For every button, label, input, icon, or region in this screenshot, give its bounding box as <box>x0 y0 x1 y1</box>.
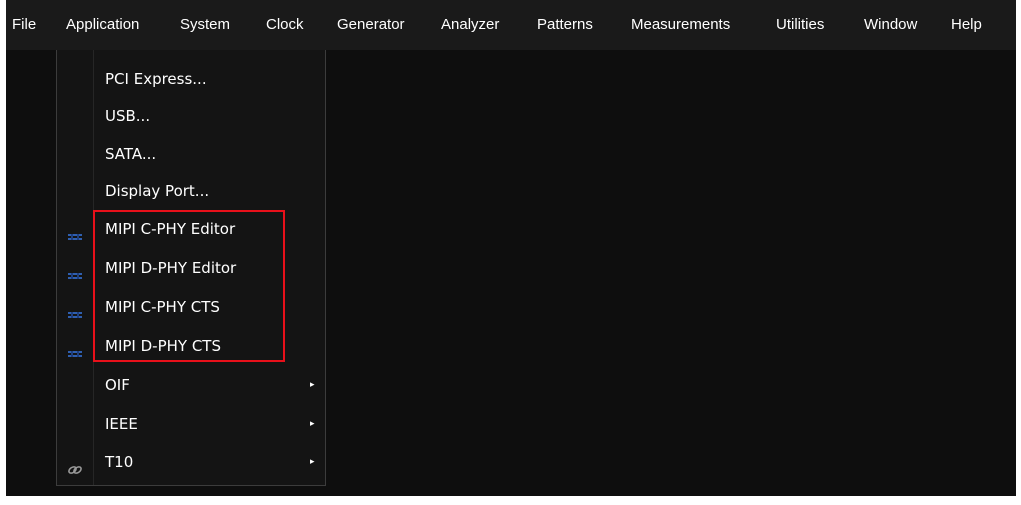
menu-item-label: MIPI C-PHY CTS <box>105 298 220 316</box>
mipi-plugin-icon <box>67 260 83 279</box>
menu-item-oif[interactable]: OIF ▸ <box>57 366 325 404</box>
application-window: File Application System Clock Generator … <box>6 0 1016 496</box>
menu-item-label: USB... <box>105 107 151 125</box>
menu-item-ieee[interactable]: IEEE ▸ <box>57 405 325 443</box>
menu-application[interactable]: Application <box>60 0 146 50</box>
menu-window[interactable]: Window <box>858 0 923 50</box>
menu-help[interactable]: Help <box>945 0 988 50</box>
mipi-plugin-icon <box>67 221 83 240</box>
menu-system[interactable]: System <box>174 0 236 50</box>
menu-utilities[interactable]: Utilities <box>770 0 830 50</box>
menu-item-label: IEEE <box>105 415 138 433</box>
menu-item-usb[interactable]: USB... <box>57 97 325 135</box>
menu-file[interactable]: File <box>6 0 42 50</box>
menu-item-t10[interactable]: T10 ▸ <box>57 443 325 481</box>
menu-item-label: MIPI D-PHY CTS <box>105 337 221 355</box>
menu-item-label: OIF <box>105 376 130 394</box>
menu-patterns[interactable]: Patterns <box>531 0 599 50</box>
menu-analyzer[interactable]: Analyzer <box>435 0 505 50</box>
menu-item-pci-express[interactable]: PCI Express... <box>57 60 325 98</box>
menu-item-label: PCI Express... <box>105 70 207 88</box>
menu-item-mipi-d-phy-cts[interactable]: MIPI D-PHY CTS <box>57 327 325 365</box>
chain-link-icon <box>67 454 83 474</box>
mipi-plugin-icon <box>67 299 83 318</box>
submenu-arrow-icon: ▸ <box>310 380 315 390</box>
menu-item-label: MIPI C-PHY Editor <box>105 220 236 238</box>
application-dropdown-menu: PCI Express... USB... SATA... Display Po… <box>56 50 326 486</box>
submenu-arrow-icon: ▸ <box>310 419 315 429</box>
menu-item-mipi-c-phy-cts[interactable]: MIPI C-PHY CTS <box>57 288 325 326</box>
menu-item-mipi-c-phy-editor[interactable]: MIPI C-PHY Editor <box>57 210 325 248</box>
menu-item-label: Display Port... <box>105 182 210 200</box>
menu-item-label: MIPI D-PHY Editor <box>105 259 237 277</box>
menu-generator[interactable]: Generator <box>331 0 411 50</box>
mipi-plugin-icon <box>67 338 83 357</box>
menu-item-mipi-d-phy-editor[interactable]: MIPI D-PHY Editor <box>57 249 325 287</box>
menu-item-label: T10 <box>105 453 134 471</box>
menu-measurements[interactable]: Measurements <box>625 0 736 50</box>
submenu-arrow-icon: ▸ <box>310 457 315 467</box>
menu-item-sata[interactable]: SATA... <box>57 135 325 173</box>
menu-item-label: SATA... <box>105 145 157 163</box>
menu-clock[interactable]: Clock <box>260 0 310 50</box>
menu-bar: File Application System Clock Generator … <box>6 0 1016 50</box>
menu-item-display-port[interactable]: Display Port... <box>57 172 325 210</box>
